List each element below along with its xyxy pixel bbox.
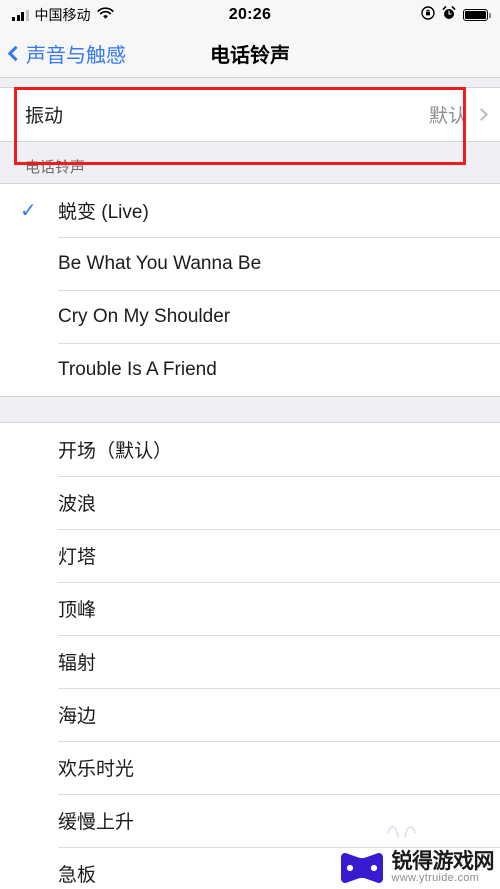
chevron-left-icon xyxy=(7,45,24,61)
list-item-label: Be What You Wanna Be xyxy=(58,252,262,274)
list-item[interactable]: 欢乐时光 xyxy=(0,741,500,794)
list-item[interactable]: 波浪 xyxy=(0,476,500,529)
list-item[interactable]: 辐射 xyxy=(0,635,500,688)
alarm-clock-icon xyxy=(442,6,456,24)
signal-bars-icon xyxy=(12,9,29,21)
navigation-bar: 声音与触感 电话铃声 xyxy=(0,30,500,78)
status-bar: 中国移动 20:26 xyxy=(0,0,500,30)
rotation-lock-icon xyxy=(421,6,435,24)
checkmark-icon: ✓ xyxy=(20,199,37,222)
list-item[interactable]: 缓慢上升 xyxy=(0,794,500,847)
list-item-label: 缓慢上升 xyxy=(58,812,135,833)
list-item-label: Cry On My Shoulder xyxy=(58,305,231,327)
list-item[interactable]: ✓ 蜕变 (Live) xyxy=(0,184,500,237)
list-item-label: 急板 xyxy=(58,865,97,886)
back-button[interactable]: 声音与触感 xyxy=(0,39,126,68)
list-item-label: 蜕变 (Live) xyxy=(58,202,149,223)
list-item[interactable]: 灯塔 xyxy=(0,529,500,582)
section-separator xyxy=(0,397,500,422)
vibration-label: 振动 xyxy=(25,106,64,127)
list-item[interactable]: Trouble Is A Friend xyxy=(0,343,500,396)
vibration-row[interactable]: 振动 默认 xyxy=(0,88,500,141)
vibration-value: 默认 xyxy=(428,106,467,127)
list-item-label: 灯塔 xyxy=(58,547,97,568)
list-item-label: Trouble Is A Friend xyxy=(58,358,217,380)
list-item-label: 辐射 xyxy=(58,653,97,674)
list-item-label: 海边 xyxy=(58,706,97,727)
status-bar-left: 中国移动 xyxy=(12,5,114,25)
list-item[interactable]: 海边 xyxy=(0,688,500,741)
list-item-label: 欢乐时光 xyxy=(58,759,135,780)
battery-full-icon xyxy=(463,9,491,21)
list-item-label: 顶峰 xyxy=(58,600,97,621)
list-item[interactable]: Be What You Wanna Be xyxy=(0,237,500,290)
list-item-label: 波浪 xyxy=(58,494,97,515)
carrier-label: 中国移动 xyxy=(34,7,91,23)
vibration-group: 振动 默认 xyxy=(0,87,500,142)
system-ringtones-group: 开场（默认） 波浪 灯塔 顶峰 辐射 海边 欢乐时光 缓慢上升 急板 xyxy=(0,422,500,889)
wifi-icon xyxy=(96,6,114,24)
chevron-right-icon xyxy=(475,108,488,121)
spacer-above-vibration xyxy=(0,78,500,87)
list-item[interactable]: 急板 xyxy=(0,847,500,889)
custom-ringtones-group: ✓ 蜕变 (Live) Be What You Wanna Be Cry On … xyxy=(0,183,500,397)
list-item[interactable]: 顶峰 xyxy=(0,582,500,635)
list-item-label: 开场（默认） xyxy=(58,441,173,462)
back-button-label: 声音与触感 xyxy=(26,45,126,67)
list-item[interactable]: Cry On My Shoulder xyxy=(0,290,500,343)
phone-screen: 中国移动 20:26 声音与触感 电话铃声 振动 默认 电话铃声 ✓ 蜕变 (L… xyxy=(0,0,500,889)
ringtone-section-header: 电话铃声 xyxy=(0,142,500,183)
status-bar-right xyxy=(421,6,491,24)
list-item[interactable]: 开场（默认） xyxy=(0,423,500,476)
